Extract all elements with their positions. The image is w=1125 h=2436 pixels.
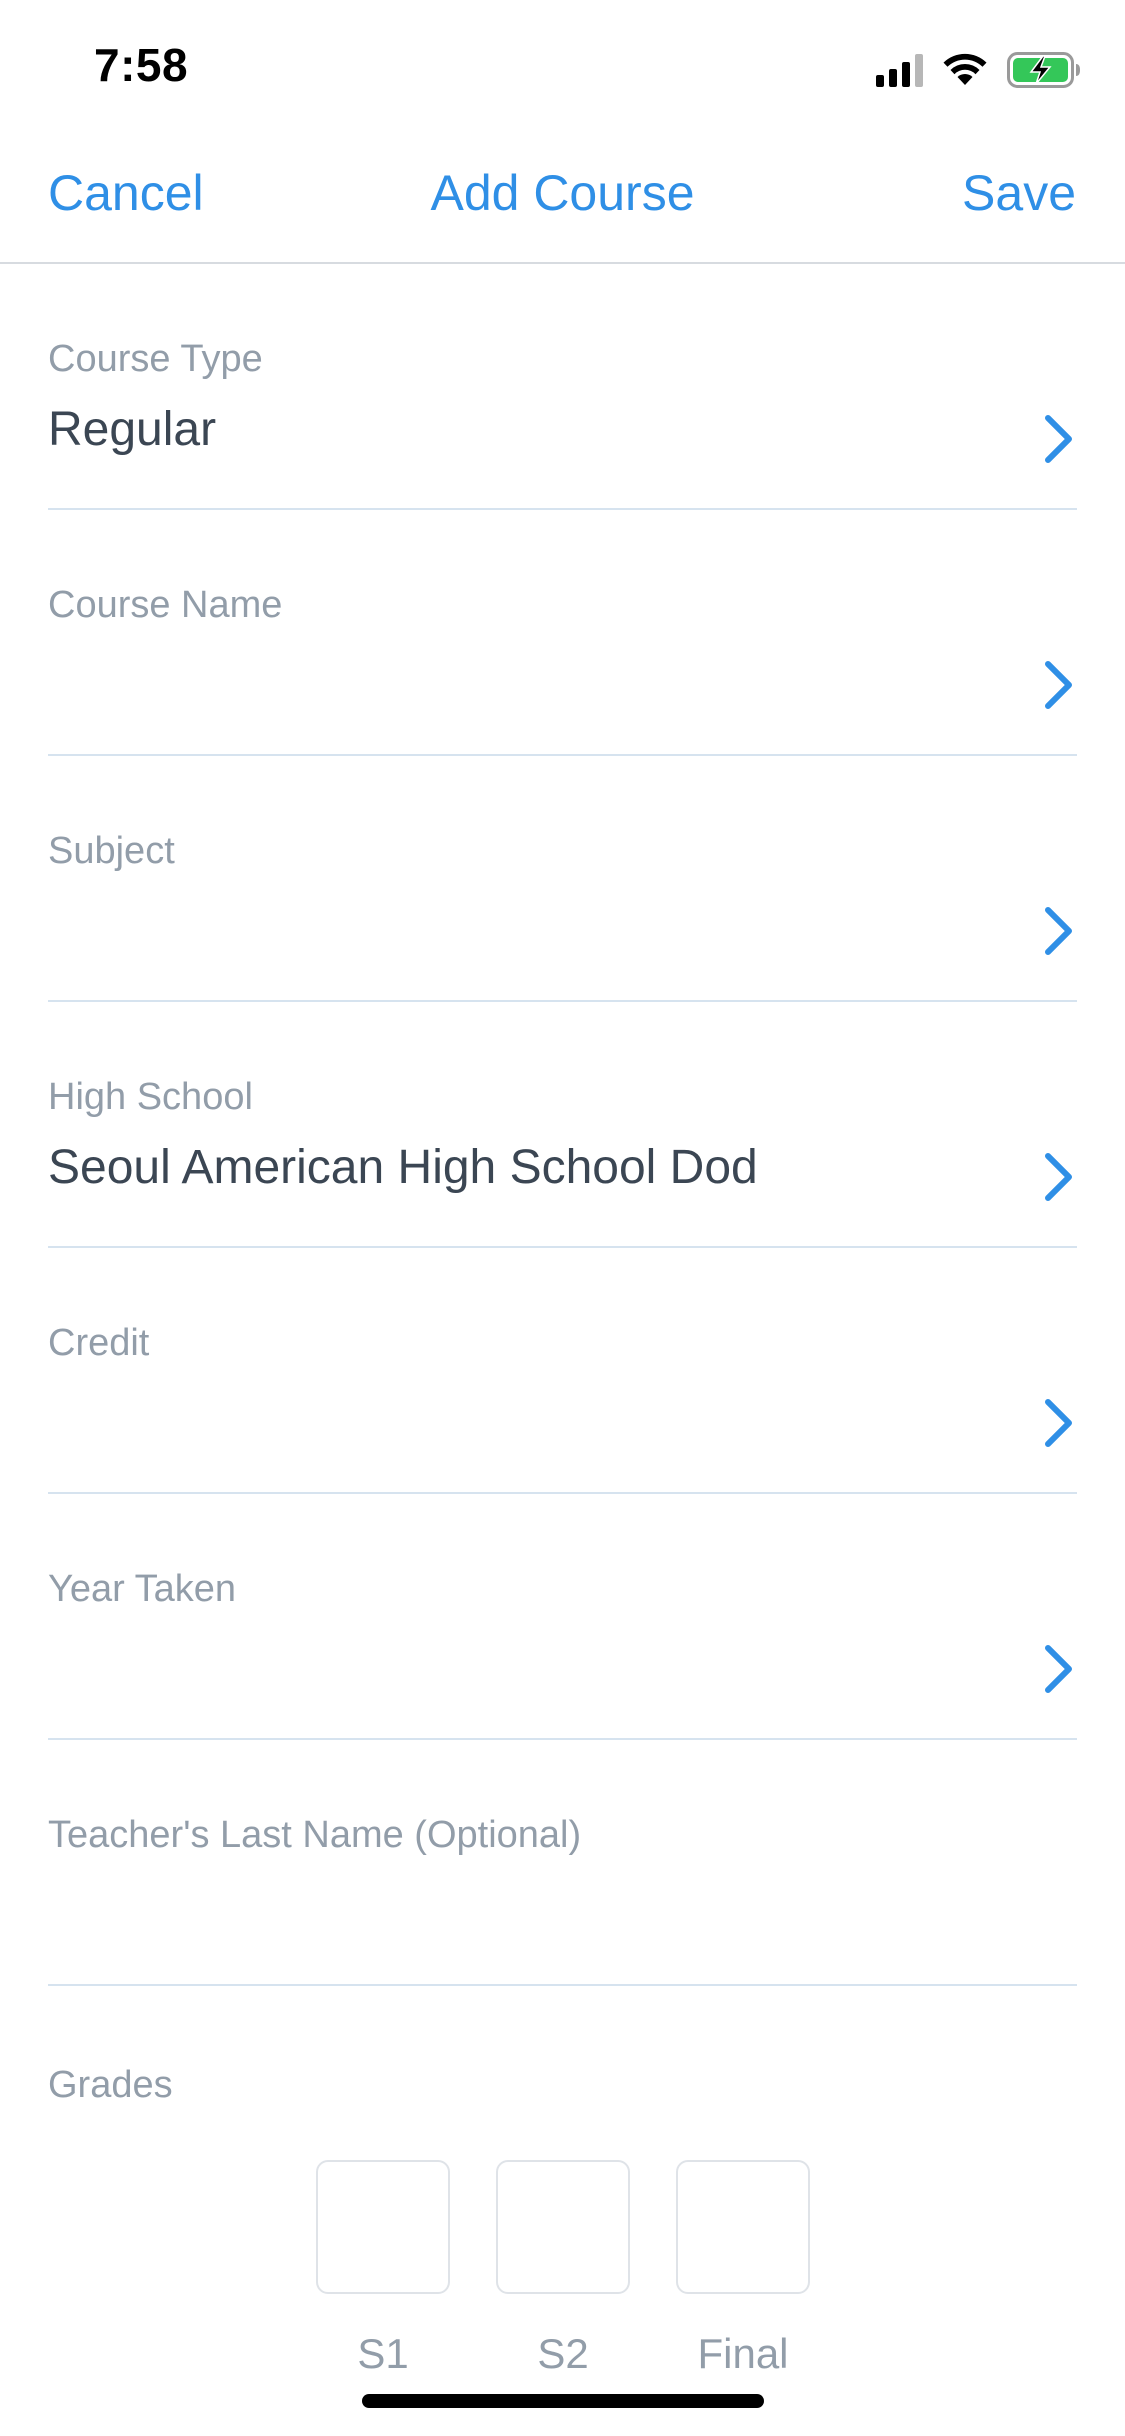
- battery-charging-icon: [1007, 52, 1081, 88]
- wifi-icon: [943, 53, 987, 87]
- grade-s2-caption: S2: [537, 2330, 589, 2377]
- teacher-last-name-row: Teacher's Last Name (Optional): [48, 1740, 1077, 1986]
- grade-s1-caption: S1: [357, 2330, 409, 2377]
- save-button[interactable]: Save: [962, 164, 1076, 222]
- grade-final-input[interactable]: [678, 2162, 812, 2294]
- subject-label: Subject: [48, 830, 175, 872]
- subject-row[interactable]: Subject: [48, 756, 1077, 1002]
- course-type-value: Regular: [48, 403, 217, 456]
- course-type-row[interactable]: Course Type Regular: [48, 264, 1077, 510]
- teacher-last-name-label: Teacher's Last Name (Optional): [48, 1814, 582, 1856]
- status-bar: 7:58: [0, 0, 1125, 132]
- chevron-right-icon: [1043, 1644, 1073, 1694]
- chevron-right-icon: [1043, 1398, 1073, 1448]
- chevron-right-icon: [1043, 414, 1073, 464]
- year-taken-label: Year Taken: [48, 1568, 237, 1610]
- high-school-value: Seoul American High School Dod: [48, 1141, 758, 1194]
- status-icons: [876, 50, 1081, 90]
- chevron-right-icon: [1043, 1152, 1073, 1202]
- status-time: 7:58: [94, 39, 189, 91]
- grade-s2-box[interactable]: [496, 2160, 632, 2294]
- chevron-right-icon: [1043, 906, 1073, 956]
- year-taken-row[interactable]: Year Taken: [48, 1494, 1077, 1740]
- high-school-label: High School: [48, 1076, 253, 1118]
- grade-final-caption: Final: [697, 2330, 789, 2377]
- credit-label: Credit: [48, 1322, 150, 1364]
- high-school-row[interactable]: High School Seoul American High School D…: [48, 1002, 1077, 1248]
- add-course-screen: 7:58 Cancel Add Course Save Course Type …: [0, 0, 1125, 2436]
- grade-s2-input[interactable]: [498, 2162, 632, 2294]
- grade-s1-box[interactable]: [316, 2160, 452, 2294]
- cellular-signal-icon: [876, 53, 923, 87]
- grade-final-box[interactable]: [676, 2160, 812, 2294]
- teacher-last-name-input[interactable]: [48, 1870, 1048, 1934]
- credit-row[interactable]: Credit: [48, 1248, 1077, 1494]
- grade-s1-input[interactable]: [318, 2162, 452, 2294]
- grades-label: Grades: [48, 2064, 173, 2106]
- home-indicator[interactable]: [362, 2394, 764, 2408]
- course-name-label: Course Name: [48, 584, 283, 626]
- navigation-bar: Cancel Add Course Save: [0, 132, 1125, 264]
- course-name-row[interactable]: Course Name: [48, 510, 1077, 756]
- course-type-label: Course Type: [48, 338, 263, 380]
- cancel-button[interactable]: Cancel: [48, 164, 204, 222]
- chevron-right-icon: [1043, 660, 1073, 710]
- page-title-text: Add Course: [430, 165, 695, 221]
